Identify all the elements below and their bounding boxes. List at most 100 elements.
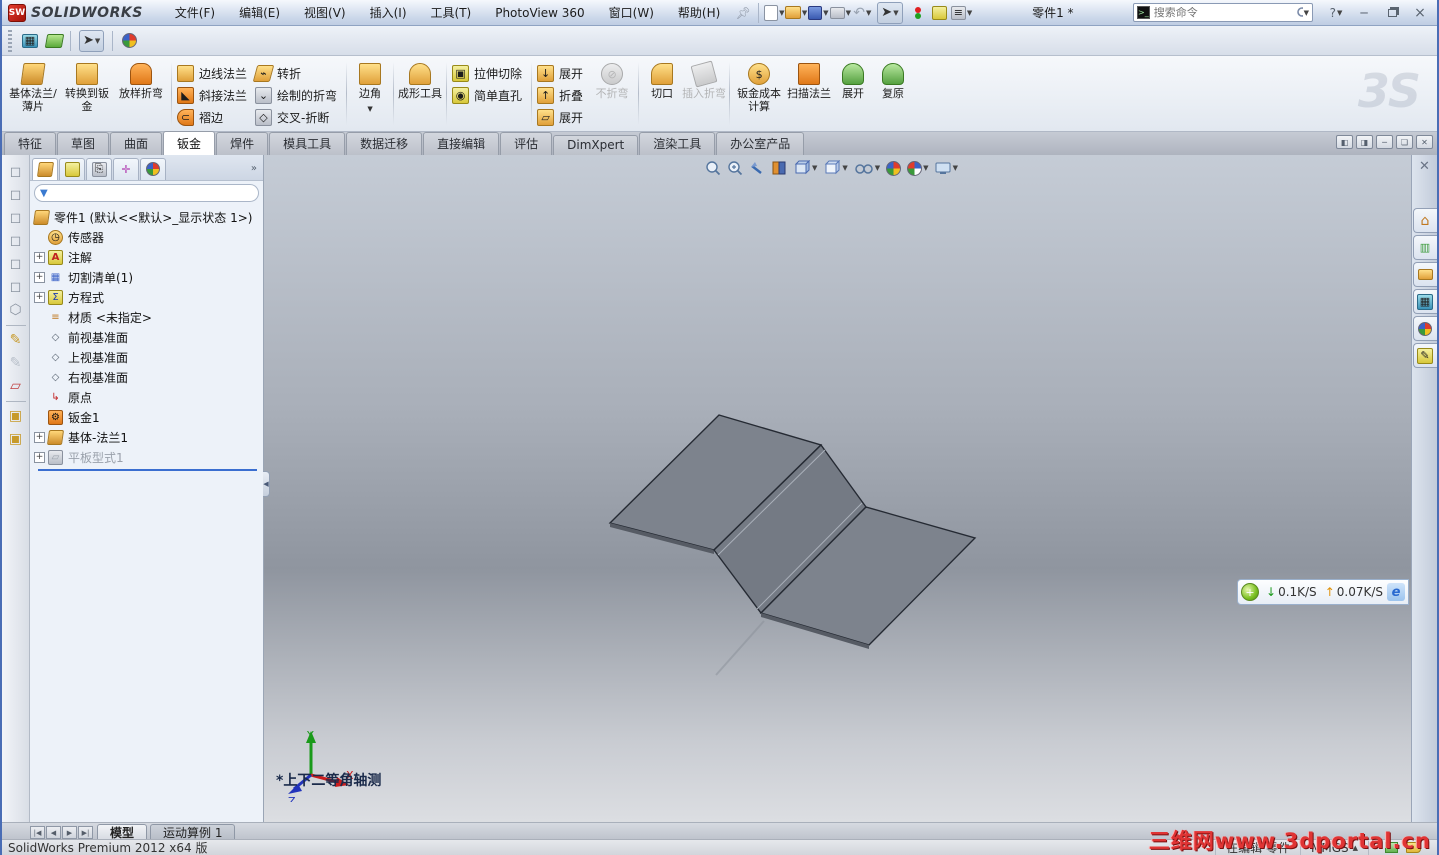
menu-view[interactable]: 视图(V) [292, 2, 358, 24]
doc-minimize-button[interactable]: ─ [1376, 135, 1393, 149]
tab-dimxpert[interactable]: DimXpert [553, 135, 639, 155]
expand-icon[interactable]: + [34, 291, 45, 303]
doc-restore-button[interactable]: ❏ [1396, 135, 1413, 149]
search-input[interactable] [1153, 6, 1296, 19]
open-document-button[interactable]: ▼ [785, 2, 807, 24]
tab-direct-editing[interactable]: 直接编辑 [423, 132, 500, 155]
swept-flange-button[interactable]: 扫描法兰 [785, 58, 833, 129]
tree-filter-box[interactable]: ▼ [34, 184, 259, 202]
rip-button[interactable]: 切口 [642, 58, 682, 129]
rollback-bar[interactable] [38, 469, 257, 471]
collapse-left-pane-button[interactable]: ◧ [1336, 135, 1353, 149]
tab-mold-tools[interactable]: 模具工具 [269, 132, 346, 155]
tree-item-cutlist[interactable]: + ▦ 切割清单(1) [34, 267, 263, 287]
net-monitor-icon[interactable]: + [1241, 583, 1259, 601]
view-bottom-button[interactable]: ◻ [5, 276, 27, 298]
view-isometric-button[interactable]: ⬡ [5, 299, 27, 321]
task-pane-file-explorer-tab[interactable] [1412, 262, 1437, 287]
save-button[interactable]: ▼ [807, 2, 829, 24]
expand-icon[interactable]: + [34, 451, 45, 463]
view-top-button[interactable]: ◻ [5, 253, 27, 275]
previous-view-button[interactable] [746, 158, 768, 178]
new-document-button[interactable]: ▼ [763, 2, 785, 24]
graphics-viewport[interactable]: ▼ ▼ ▼ ▼ ▼ Y X Z *上下二等角轴测 + ↓ 0.1K/S ↑ 0.… [264, 155, 1411, 822]
doc-close-button[interactable]: ✕ [1416, 135, 1433, 149]
motion-study-tab[interactable]: 运动算例 1 [150, 824, 236, 840]
select-arrow-button[interactable]: ➤︎ ▼ [79, 29, 105, 52]
extrude-cut-button[interactable]: ▣ [5, 428, 27, 450]
tab-propertymanager[interactable] [59, 157, 85, 180]
sketch-button[interactable]: ✎ [5, 329, 27, 351]
tab-weldments[interactable]: 焊件 [216, 132, 269, 155]
menu-edit[interactable]: 编辑(E) [227, 2, 292, 24]
tree-item-base-flange1[interactable]: + 基体-法兰1 [34, 427, 263, 447]
tab-displaymanager[interactable] [140, 157, 166, 180]
tab-surfaces[interactable]: 曲面 [110, 132, 163, 155]
panel-splitter-handle[interactable]: ◀ [263, 471, 270, 497]
sketch-plane-button[interactable]: ▱ [5, 375, 27, 397]
menu-photoview[interactable]: PhotoView 360 [483, 2, 596, 24]
tree-item-equations[interactable]: + Σ 方程式 [34, 287, 263, 307]
task-pane-close-icon[interactable]: ✕ [1419, 159, 1430, 174]
tree-item-right-plane[interactable]: ◇ 右视基准面 [34, 367, 263, 387]
tab-data-migration[interactable]: 数据迁移 [346, 132, 423, 155]
task-pane-appearances-tab[interactable] [1412, 316, 1437, 341]
expand-icon[interactable]: + [34, 251, 45, 263]
hide-show-items-button[interactable]: ▼ [851, 159, 883, 177]
first-tab-button[interactable]: |◀ [30, 826, 45, 839]
tree-item-sheetmetal1[interactable]: ⚙︎ 钣金1 [34, 407, 263, 427]
section-view-button[interactable] [768, 158, 790, 178]
options-button[interactable]: ≡ ▼ [950, 2, 973, 24]
menu-window[interactable]: 窗口(W) [597, 2, 666, 24]
flatten-button[interactable]: ▱ 展开 [535, 106, 589, 128]
view-back-button[interactable]: ◻ [5, 184, 27, 206]
jog-button[interactable]: ⌁ 转折 [252, 62, 343, 84]
display-style-button[interactable]: ▼ [820, 158, 850, 178]
tree-item-top-plane[interactable]: ◇ 上视基准面 [34, 347, 263, 367]
restore-button[interactable] [1379, 4, 1405, 22]
corner-dropdown-icon[interactable]: ▼ [367, 103, 372, 116]
prev-tab-button[interactable]: ◀ [46, 826, 61, 839]
tree-item-annotations[interactable]: + A 注解 [34, 247, 263, 267]
help-button[interactable]: ? ▼ [1323, 4, 1349, 22]
file-properties-button[interactable] [929, 2, 951, 24]
toolbar-grip[interactable] [8, 29, 12, 52]
forming-tool-button[interactable]: 成形工具 [397, 58, 443, 129]
sheet-metal-part[interactable] [564, 385, 1324, 855]
view-orientation-button[interactable]: ▼ [790, 158, 820, 178]
undo-button[interactable]: ↶ ▼ [851, 2, 873, 24]
hem-button[interactable]: ⊂ 褶边 [175, 106, 253, 128]
part-icon[interactable] [44, 31, 64, 51]
menu-file[interactable]: 文件(F) [163, 2, 227, 24]
task-pane-view-palette-tab[interactable]: ▦ [1412, 289, 1437, 314]
tab-featuremanager[interactable] [32, 157, 58, 180]
close-button[interactable]: × [1407, 4, 1433, 22]
minimize-button[interactable]: ─ [1351, 4, 1377, 22]
tree-item-front-plane[interactable]: ◇ 前视基准面 [34, 327, 263, 347]
tree-item-flat-pattern1[interactable]: + ▱ 平板型式1 [34, 447, 263, 467]
tree-item-material[interactable]: ≡ 材质 <未指定> [34, 307, 263, 327]
magnifier-icon[interactable] [1296, 6, 1303, 20]
collapse-right-pane-button[interactable]: ◨ [1356, 135, 1373, 149]
zoom-to-area-button[interactable] [724, 158, 746, 178]
unfold-button[interactable]: ↓ 展开 [535, 62, 589, 84]
tab-configurationmanager[interactable]: ⎘ [86, 157, 112, 180]
cross-break-button[interactable]: ◇ 交叉-折断 [253, 106, 343, 128]
sketch-3d-button[interactable]: ✎ [5, 352, 27, 374]
print-button[interactable]: ▼ [829, 2, 851, 24]
simple-hole-button[interactable]: ◉ 简单直孔 [450, 84, 528, 106]
task-pane-resources-tab[interactable]: ⌂ [1412, 208, 1437, 233]
tab-sheet-metal[interactable]: 钣金 [163, 131, 216, 155]
command-search[interactable]: >_ ▼ [1133, 3, 1313, 22]
expand-icon[interactable]: + [34, 431, 45, 443]
more-tabs-icon[interactable]: » [251, 163, 261, 174]
browser-icon[interactable]: e [1387, 583, 1405, 601]
flatten-toggle-button[interactable]: 展开 [833, 58, 873, 129]
net-speed-widget[interactable]: + ↓ 0.1K/S ↑ 0.07K/S e [1237, 579, 1409, 605]
task-pane-design-library-tab[interactable]: ▥ [1412, 235, 1437, 260]
tab-features[interactable]: 特征 [4, 132, 57, 155]
pin-menu-icon[interactable]: 📌︎ [732, 2, 754, 24]
zoom-to-fit-button[interactable] [702, 158, 724, 178]
convert-to-sheetmetal-button[interactable]: 转换到钣金 [60, 58, 114, 129]
view-front-button[interactable]: ◻ [5, 161, 27, 183]
